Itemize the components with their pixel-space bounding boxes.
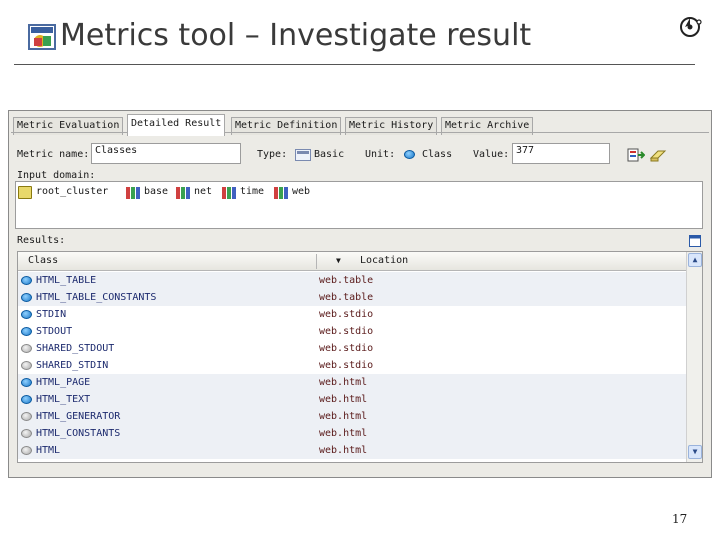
cell-location[interactable]: web.stdio [319, 323, 373, 340]
cluster-icon [126, 187, 140, 199]
domain-item-base[interactable]: base [126, 186, 168, 200]
domain-item-label: base [144, 186, 169, 197]
unit-class-icon [404, 150, 415, 159]
type-value: Basic [314, 149, 345, 160]
app-logo-icon [28, 24, 56, 50]
table-row[interactable]: HTML_TABLE web.table [18, 272, 687, 289]
column-divider[interactable] [316, 254, 317, 269]
table-row[interactable]: HTML_PAGE web.html [18, 374, 687, 391]
cluster-icon [274, 187, 288, 199]
cell-location[interactable]: web.html [319, 374, 367, 391]
page-number: 17 [672, 512, 688, 526]
class-deferred-icon [21, 429, 32, 438]
cell-location[interactable]: web.html [319, 425, 367, 442]
type-icon [295, 149, 311, 161]
cell-class[interactable]: HTML_GENERATOR [36, 408, 120, 425]
tab-divider [11, 132, 709, 133]
scroll-up-button[interactable]: ▲ [688, 253, 702, 267]
cell-class[interactable]: HTML_TABLE [36, 272, 96, 289]
cell-class[interactable]: HTML_CONSTANTS [36, 425, 120, 442]
table-row[interactable]: HTML_TEXT web.html [18, 391, 687, 408]
table-header: Class ▼ Location [18, 252, 687, 271]
cell-location[interactable]: web.stdio [319, 306, 373, 323]
class-effective-icon [21, 378, 32, 387]
class-effective-icon [21, 395, 32, 404]
class-effective-icon [21, 276, 32, 285]
domain-item-net[interactable]: net [176, 186, 212, 200]
domain-item-label: web [292, 186, 311, 197]
metric-name-label: Metric name: [17, 149, 90, 160]
class-effective-icon [21, 327, 32, 336]
cell-location[interactable]: web.html [319, 391, 367, 408]
input-domain-label: Input domain: [17, 170, 96, 181]
column-header-location[interactable]: Location [360, 255, 408, 266]
cell-location[interactable]: web.table [319, 272, 373, 289]
cell-class[interactable]: HTML [36, 442, 60, 459]
results-table: Class ▼ Location HTML_TABLE web.table HTML… [17, 251, 703, 463]
slide-title: Metrics tool – Investigate result [60, 18, 532, 53]
class-effective-icon [21, 310, 32, 319]
cell-class[interactable]: HTML_TABLE_CONSTANTS [36, 289, 156, 306]
table-row[interactable]: SHARED_STDIN web.stdio [18, 357, 687, 374]
class-deferred-icon [21, 361, 32, 370]
cell-class[interactable]: HTML_PAGE [36, 374, 90, 391]
metric-value-field[interactable]: 377 [512, 143, 610, 164]
metric-name-field[interactable]: Classes [91, 143, 241, 164]
domain-item-label: root_cluster [36, 186, 109, 197]
domain-item-time[interactable]: time [222, 186, 264, 200]
input-domain-list: root_cluster base net time web [15, 181, 703, 229]
class-deferred-icon [21, 344, 32, 353]
domain-item-web[interactable]: web [274, 186, 310, 200]
column-header-class[interactable]: Class [28, 255, 58, 266]
cell-location[interactable]: web.stdio [319, 340, 373, 357]
domain-item-label: net [194, 186, 213, 197]
cell-location[interactable]: web.table [319, 289, 373, 306]
tab-detailed-result[interactable]: Detailed Result [127, 114, 226, 136]
maximize-icon[interactable] [689, 235, 701, 247]
table-row[interactable]: HTML_CONSTANTS web.html [18, 425, 687, 442]
cell-location[interactable]: web.html [319, 408, 367, 425]
cell-location[interactable]: web.html [319, 442, 367, 459]
table-row[interactable]: STDIN web.stdio [18, 306, 687, 323]
results-label: Results: [17, 235, 66, 246]
value-label: Value: [473, 149, 510, 160]
eiffel-logo-icon [680, 17, 702, 37]
cell-class[interactable]: HTML_TEXT [36, 391, 90, 408]
vertical-scrollbar[interactable]: ▲ ▼ [686, 252, 702, 462]
eraser-icon[interactable] [649, 147, 667, 163]
cell-location[interactable]: web.stdio [319, 357, 373, 374]
metrics-tool-window: Metric Evaluation Detailed Result Metric… [8, 110, 712, 478]
table-row[interactable]: HTML web.html [18, 442, 687, 459]
unit-value: Class [422, 149, 453, 160]
cell-class[interactable]: STDIN [36, 306, 66, 323]
cell-class[interactable]: SHARED_STDIN [36, 357, 108, 374]
table-row[interactable]: HTML_GENERATOR web.html [18, 408, 687, 425]
cell-class[interactable]: STDOUT [36, 323, 72, 340]
class-deferred-icon [21, 446, 32, 455]
scroll-down-button[interactable]: ▼ [688, 445, 702, 459]
cluster-icon [176, 187, 190, 199]
title-divider [14, 64, 695, 65]
domain-item-label: time [240, 186, 265, 197]
warning-icon: ▲ [22, 461, 27, 462]
run-metric-icon[interactable] [627, 147, 645, 163]
class-effective-icon [21, 293, 32, 302]
class-deferred-icon [21, 412, 32, 421]
table-row-partial[interactable]: ▲ [18, 459, 687, 462]
cluster-icon [18, 186, 32, 199]
domain-item-root-cluster[interactable]: root_cluster [18, 186, 108, 200]
table-row[interactable]: HTML_TABLE_CONSTANTS web.table [18, 289, 687, 306]
unit-label: Unit: [365, 149, 396, 160]
type-label: Type: [257, 149, 288, 160]
table-row[interactable]: SHARED_STDOUT web.stdio [18, 340, 687, 357]
table-body: HTML_TABLE web.table HTML_TABLE_CONSTANTS w… [18, 272, 687, 462]
cell-class[interactable]: SHARED_STDOUT [36, 340, 114, 357]
cluster-icon [222, 187, 236, 199]
sort-descending-icon[interactable]: ▼ [336, 256, 341, 265]
table-row[interactable]: STDOUT web.stdio [18, 323, 687, 340]
